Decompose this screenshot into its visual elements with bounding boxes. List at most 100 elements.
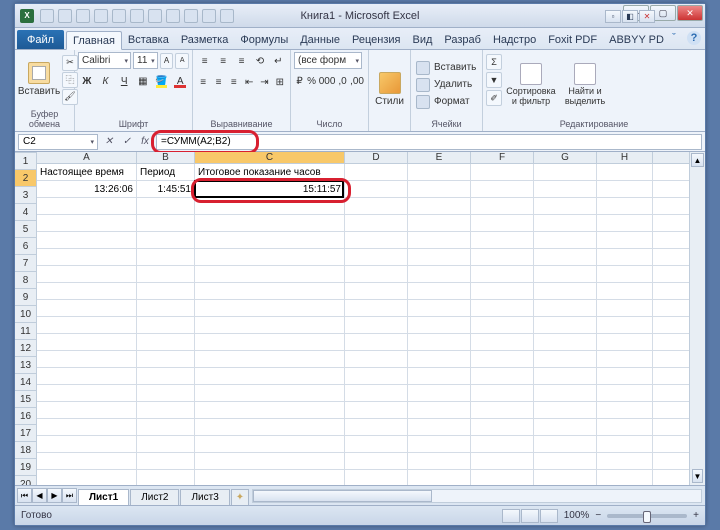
row-header[interactable]: 4	[15, 204, 36, 221]
cell[interactable]	[534, 266, 597, 282]
cell[interactable]	[534, 215, 597, 231]
cell[interactable]: Период	[137, 164, 195, 180]
qat-btn[interactable]	[148, 9, 162, 23]
cell[interactable]	[345, 215, 408, 231]
file-tab[interactable]: Файл	[17, 30, 64, 49]
qat-redo-icon[interactable]	[76, 9, 90, 23]
cell[interactable]	[534, 181, 597, 197]
cell[interactable]	[137, 249, 195, 265]
cell[interactable]: Итоговое показание часов	[195, 164, 345, 180]
cell[interactable]	[597, 334, 653, 350]
sheet-tab[interactable]: Лист3	[180, 489, 229, 505]
column-header[interactable]: G	[534, 152, 597, 163]
align-middle-icon[interactable]: ≡	[214, 52, 231, 70]
cell[interactable]	[345, 402, 408, 418]
bold-button[interactable]: Ж	[78, 72, 96, 90]
cell[interactable]	[195, 215, 345, 231]
cell[interactable]	[534, 453, 597, 469]
cell[interactable]	[597, 368, 653, 384]
cell[interactable]	[37, 402, 137, 418]
cell[interactable]	[471, 402, 534, 418]
cell[interactable]	[471, 368, 534, 384]
fill-icon[interactable]: ▼	[486, 72, 502, 88]
delete-cells-button[interactable]: Удалить	[414, 77, 479, 93]
cell[interactable]	[345, 317, 408, 333]
decrease-font-icon[interactable]: A	[175, 53, 189, 69]
book-new-window-icon[interactable]: ▫	[605, 10, 621, 23]
row-header[interactable]: 8	[15, 272, 36, 289]
cell[interactable]	[37, 368, 137, 384]
qat-btn[interactable]	[166, 9, 180, 23]
column-header[interactable]: E	[408, 152, 471, 163]
cell[interactable]	[597, 164, 653, 180]
cell[interactable]	[137, 317, 195, 333]
column-header[interactable]: F	[471, 152, 534, 163]
cell[interactable]	[37, 470, 137, 485]
autosum-icon[interactable]: Σ	[486, 54, 502, 70]
cell[interactable]	[597, 232, 653, 248]
cell[interactable]	[37, 232, 137, 248]
cell[interactable]	[345, 198, 408, 214]
cell[interactable]: 1:45:51	[137, 181, 195, 197]
cell[interactable]	[195, 283, 345, 299]
cell[interactable]	[345, 300, 408, 316]
tab-insert[interactable]: Вставка	[122, 30, 175, 49]
cell[interactable]	[137, 351, 195, 367]
cell[interactable]: 15:11:57	[195, 181, 345, 197]
row-header[interactable]: 17	[15, 425, 36, 442]
cell[interactable]	[37, 317, 137, 333]
qat-save-icon[interactable]	[40, 9, 54, 23]
vertical-scrollbar[interactable]: ▲ ▼	[689, 152, 705, 485]
row-header[interactable]: 20	[15, 476, 36, 485]
cell[interactable]	[534, 249, 597, 265]
cell[interactable]	[408, 453, 471, 469]
align-center-icon[interactable]: ≡	[211, 73, 225, 91]
page-layout-view-icon[interactable]	[521, 509, 539, 523]
cell[interactable]	[471, 351, 534, 367]
sheet-nav-prev-icon[interactable]: ◀	[32, 488, 47, 503]
cell[interactable]	[137, 368, 195, 384]
row-header[interactable]: 19	[15, 459, 36, 476]
cell[interactable]	[471, 266, 534, 282]
align-top-icon[interactable]: ≡	[196, 52, 213, 70]
fx-icon[interactable]: fx	[137, 134, 153, 150]
cell[interactable]	[137, 419, 195, 435]
cell[interactable]	[471, 300, 534, 316]
column-header[interactable]: C	[195, 152, 345, 163]
percent-icon[interactable]: %	[306, 72, 317, 90]
cell[interactable]	[37, 249, 137, 265]
cell[interactable]	[195, 402, 345, 418]
cell[interactable]	[37, 215, 137, 231]
cell[interactable]	[137, 283, 195, 299]
comma-icon[interactable]: 000	[318, 72, 336, 90]
cell[interactable]	[345, 266, 408, 282]
cell[interactable]	[408, 215, 471, 231]
book-close-icon[interactable]: ✕	[639, 10, 655, 23]
cell[interactable]	[408, 470, 471, 485]
minimize-ribbon-icon[interactable]: ˇ	[667, 31, 681, 45]
cell[interactable]	[471, 283, 534, 299]
cell[interactable]	[195, 198, 345, 214]
qat-undo-icon[interactable]	[58, 9, 72, 23]
cell[interactable]	[37, 300, 137, 316]
cell[interactable]	[471, 198, 534, 214]
cell[interactable]	[597, 385, 653, 401]
cell[interactable]	[37, 198, 137, 214]
styles-button[interactable]: Стили	[372, 52, 407, 127]
increase-font-icon[interactable]: A	[160, 53, 174, 69]
tab-formulas[interactable]: Формулы	[234, 30, 294, 49]
qat-btn[interactable]	[184, 9, 198, 23]
tab-developer[interactable]: Разраб	[438, 30, 487, 49]
row-header[interactable]: 2	[15, 170, 36, 187]
cell[interactable]	[534, 198, 597, 214]
cell[interactable]	[408, 300, 471, 316]
cell[interactable]: 13:26:06	[37, 181, 137, 197]
cell[interactable]	[471, 164, 534, 180]
cell[interactable]	[408, 181, 471, 197]
cell[interactable]	[471, 436, 534, 452]
qat-btn[interactable]	[130, 9, 144, 23]
cell[interactable]	[345, 181, 408, 197]
cell[interactable]	[597, 402, 653, 418]
row-header[interactable]: 7	[15, 255, 36, 272]
cell[interactable]: Настоящее время	[37, 164, 137, 180]
